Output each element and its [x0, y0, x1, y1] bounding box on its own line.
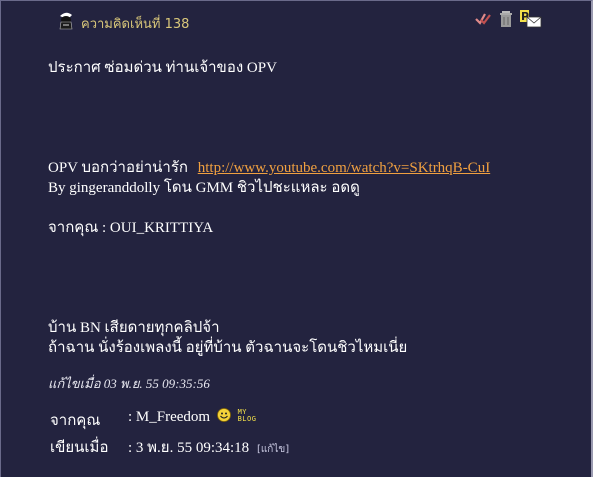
- avatar-icon: [59, 12, 73, 30]
- post-line-2: OPV บอกว่าอย่าน่ารัก http://www.youtube.…: [48, 158, 490, 178]
- from-value-group: : M_Freedom MY BLOG: [128, 408, 256, 426]
- myblog-line2: BLOG: [237, 415, 257, 423]
- youtube-link[interactable]: http://www.youtube.com/watch?v=SKtrhqB-C…: [198, 160, 490, 176]
- comment-header: ความคิดเห็นที่ 138 P: [1, 1, 591, 41]
- post-line-3: By gingeranddolly โดน GMM ชิวไปชะแหละ อด…: [48, 180, 360, 196]
- edited-note: แก้ไขเมื่อ 03 พ.ย. 55 09:35:56: [48, 376, 210, 391]
- comment-number: ความคิดเห็นที่ 138: [81, 17, 190, 32]
- post-line-6: ถ้าฉาน นั่งร้องเพลงนี้ อยู่ที่บ้าน ตัวฉา…: [48, 340, 408, 356]
- from-label: จากคุณ: [50, 413, 101, 429]
- posted-label: เขียนเมื่อ: [50, 440, 109, 456]
- post-line-2-text: OPV บอกว่าอย่าน่ารัก: [48, 160, 188, 176]
- posted-datetime: : 3 พ.ย. 55 09:34:18: [128, 440, 250, 456]
- post-line-5: บ้าน BN เสียดายทุกคลิปจ้า: [48, 320, 220, 336]
- myblog-link[interactable]: MY BLOG: [238, 409, 257, 423]
- header-actions: P: [474, 10, 542, 28]
- from-username[interactable]: : M_Freedom: [128, 409, 210, 425]
- comment-panel: ความคิดเห็นที่ 138 P ประกาศ ซ่อมด่วน ท่า…: [0, 0, 593, 477]
- smiley-icon: [216, 408, 231, 422]
- trash-icon[interactable]: [497, 10, 515, 28]
- post-line-4: จากคุณ : OUI_KRITTIYA: [48, 220, 214, 236]
- posted-value-group: : 3 พ.ย. 55 09:34:18 [แก้ไข]: [128, 435, 289, 459]
- check-icon[interactable]: [474, 10, 492, 28]
- edit-link[interactable]: [แก้ไข]: [257, 444, 289, 455]
- post-line-1: ประกาศ ซ่อมด่วน ท่านเจ้าของ OPV: [48, 60, 277, 76]
- private-message-icon[interactable]: P: [520, 10, 542, 28]
